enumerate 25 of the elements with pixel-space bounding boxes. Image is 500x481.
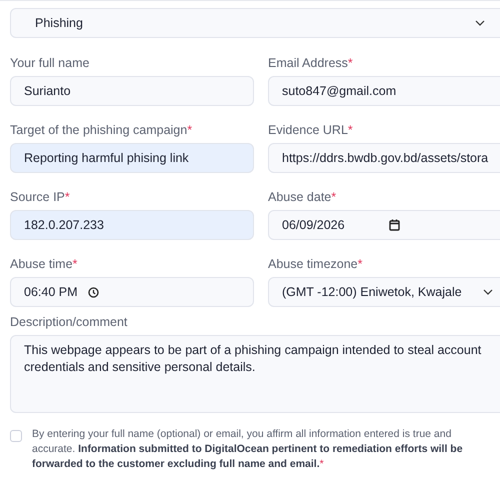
- calendar-icon[interactable]: [388, 219, 400, 231]
- field-label: Abuse time*: [10, 257, 78, 271]
- clock-icon[interactable]: [88, 286, 99, 298]
- chevron-down-icon: [475, 20, 485, 26]
- text-field[interactable]: 182.0.207.233: [10, 210, 254, 240]
- field-label: Email Address*: [268, 56, 354, 70]
- text-field[interactable]: Reporting harmful phising link: [10, 143, 254, 173]
- text-field[interactable]: suto847@gmail.com: [268, 76, 500, 106]
- description-textarea[interactable]: This webpage appears to be part of a phishing campaign intended to steal account credentials and sensitive personal details.: [10, 335, 500, 413]
- text-field[interactable]: Surianto: [10, 76, 254, 106]
- field-label: Abuse timezone*: [268, 257, 364, 271]
- text-field[interactable]: https://ddrs.bwdb.gov.bd/assets/stora: [268, 143, 500, 173]
- category-dropdown[interactable]: Phishing: [10, 8, 500, 38]
- dropdown-field[interactable]: (GMT -12:00) Eniwetok, Kwajale: [268, 277, 500, 307]
- consent-text: By entering your full name (optional) or email, you affirm all information entered is true and accurate. Information submitted to DigitalOcean pertinent to remediation efforts will be forwarded to the customer excluding full name and email.*: [32, 427, 464, 472]
- field-label: Source IP*: [10, 190, 71, 204]
- field-label: Your full name: [10, 56, 90, 70]
- consent-checkbox[interactable]: [10, 430, 22, 442]
- time-field[interactable]: 06:40 PM: [10, 277, 254, 307]
- field-label: Evidence URL*: [268, 123, 354, 137]
- field-label: Description/comment: [10, 315, 128, 329]
- date-field[interactable]: 06/09/2026: [268, 210, 500, 240]
- field-label: Abuse date*: [268, 190, 338, 204]
- chevron-down-icon: [483, 289, 493, 295]
- field-label: Target of the phishing campaign*: [10, 123, 194, 137]
